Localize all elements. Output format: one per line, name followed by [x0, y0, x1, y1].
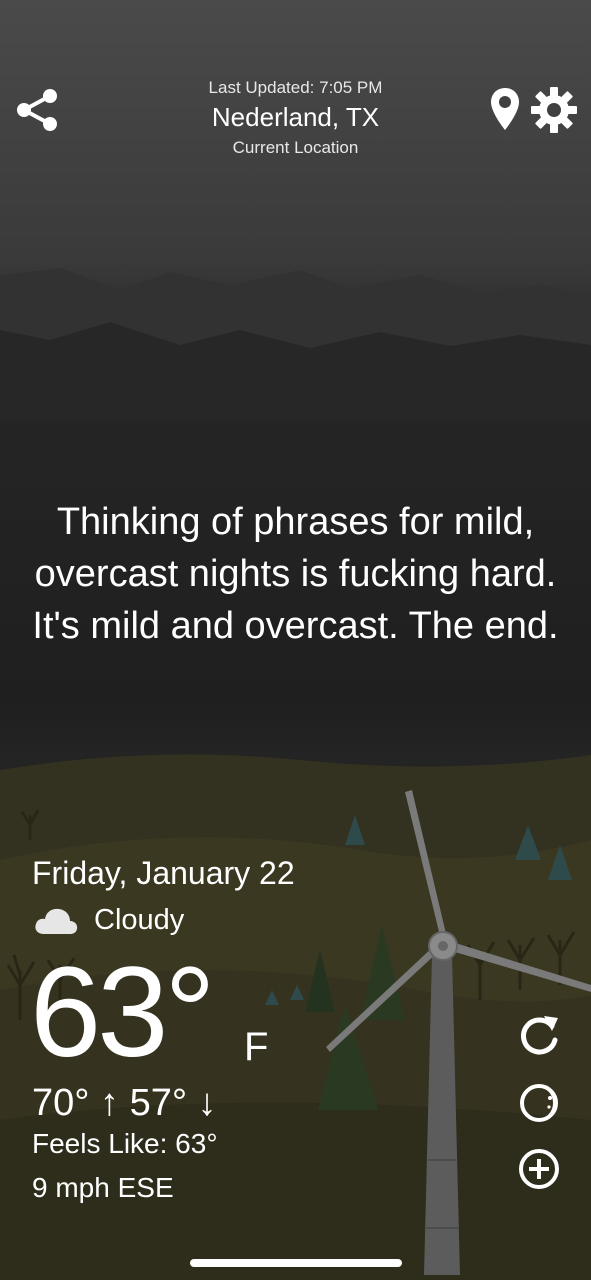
cloud-icon — [35, 908, 78, 934]
add-circle-icon — [519, 1149, 559, 1189]
moon-icon — [520, 1084, 558, 1122]
share-button[interactable] — [14, 88, 60, 132]
temperature-unit: F — [244, 1025, 269, 1069]
high-low-temperature: 70° ↑ 57° ↓ — [32, 1082, 217, 1124]
refresh-icon — [521, 1016, 558, 1055]
condition-text: Cloudy — [94, 904, 185, 936]
gear-icon — [531, 87, 577, 133]
header-bar: Last Updated: 7:05 PM Nederland, TX Curr… — [0, 0, 591, 170]
settings-button[interactable] — [530, 86, 578, 134]
refresh-button[interactable] — [516, 1012, 562, 1058]
city-name: Nederland, TX — [211, 102, 380, 132]
wind-text: 9 mph ESE — [32, 1172, 174, 1203]
feels-like-text: Feels Like: 63° — [32, 1128, 218, 1159]
share-icon — [17, 89, 57, 131]
home-indicator[interactable] — [190, 1259, 402, 1267]
date-label: Friday, January 22 — [32, 855, 295, 891]
location-button[interactable] — [488, 86, 522, 132]
current-temperature: 63° — [30, 941, 216, 1084]
weather-phrase: Thinking of phrases for mild, overcast n… — [32, 501, 559, 647]
location-label: Current Location — [232, 138, 359, 157]
last-updated-text: Last Updated: 7:05 PM — [208, 78, 383, 97]
moon-phase-button[interactable] — [516, 1080, 562, 1126]
location-pin-icon — [491, 88, 519, 130]
add-location-button[interactable] — [516, 1146, 562, 1192]
